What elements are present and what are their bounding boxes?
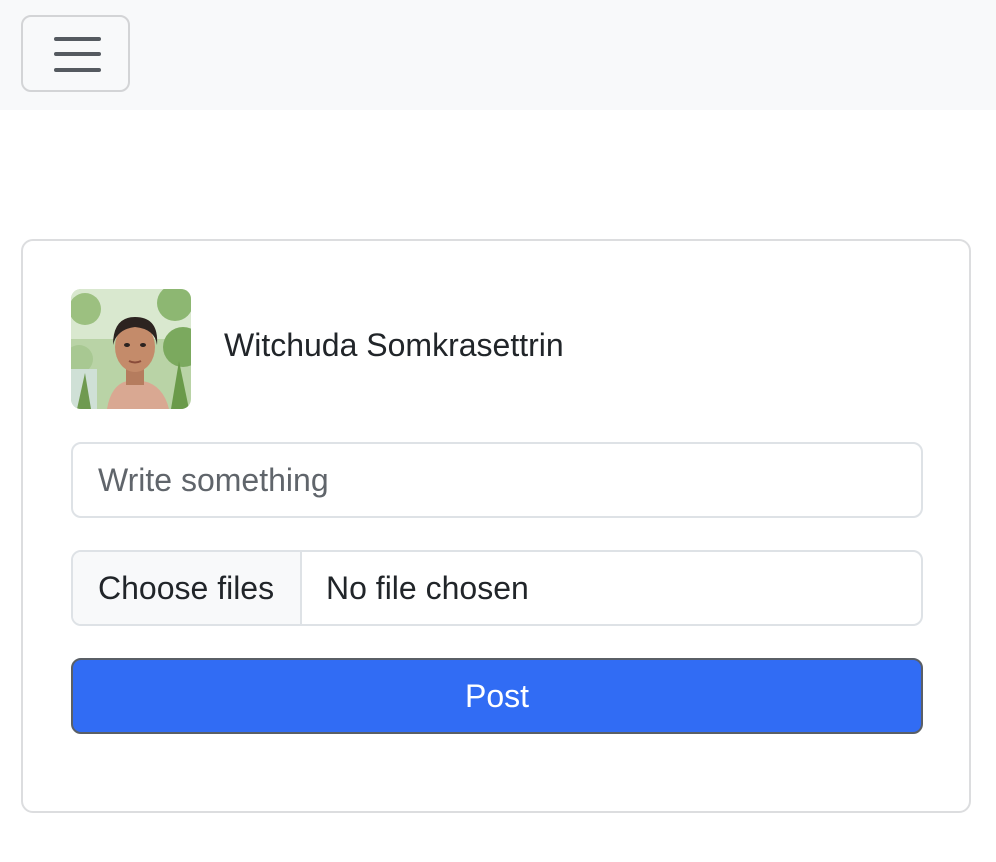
navbar-toggler-button[interactable] xyxy=(21,15,130,92)
file-status-text: No file chosen xyxy=(326,569,529,606)
user-avatar-photo xyxy=(71,289,191,409)
post-text-input[interactable] xyxy=(71,442,923,518)
top-navbar xyxy=(0,0,996,110)
avatar xyxy=(71,289,191,409)
post-button[interactable]: Post xyxy=(71,658,923,734)
post-author-name: Witchuda Somkrasettrin xyxy=(224,327,564,363)
post-composer-card: Witchuda Somkrasettrin Choose files No f… xyxy=(21,239,971,813)
choose-files-button[interactable]: Choose files xyxy=(73,552,302,624)
file-upload-field[interactable]: Choose files No file chosen xyxy=(71,550,923,626)
